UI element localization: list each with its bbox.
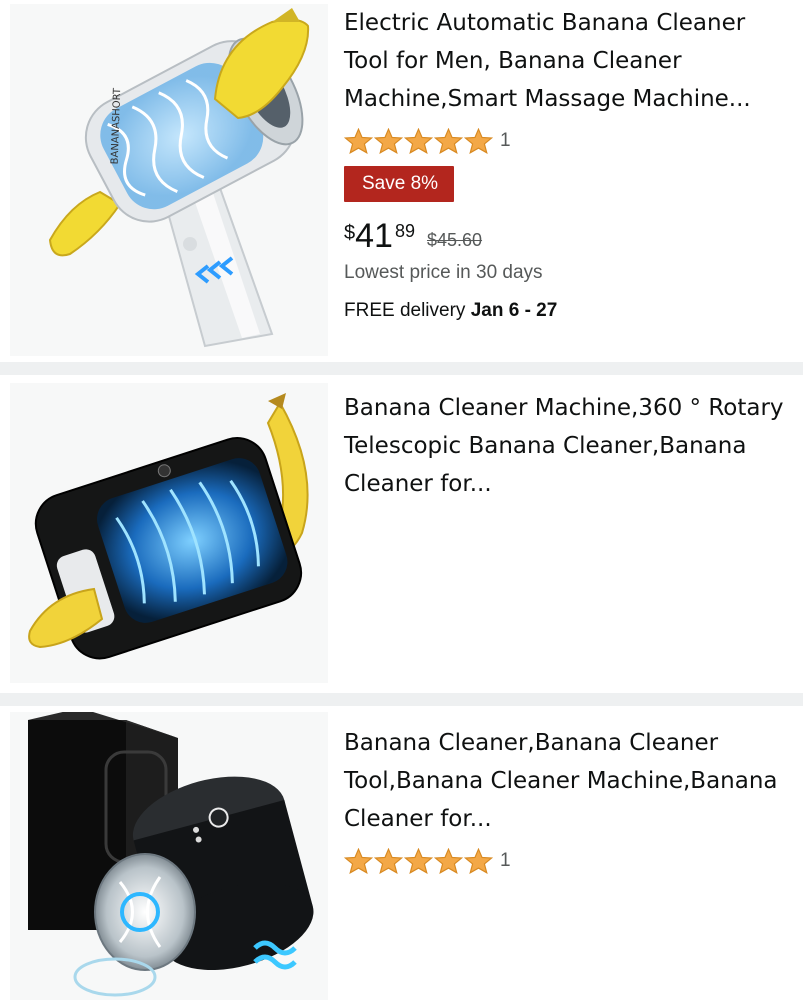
product-title-1[interactable]: Electric Automatic Banana Cleaner Tool f… <box>344 4 784 118</box>
product-title-2[interactable]: Banana Cleaner Machine,360 ° Rotary Tele… <box>344 389 784 503</box>
product-image-2[interactable] <box>10 383 328 683</box>
rating-count-3[interactable]: 1 <box>500 850 511 872</box>
star-icon <box>404 848 433 874</box>
price-fraction: 89 <box>394 221 415 241</box>
delivery-info: FREE delivery Jan 6 - 27 <box>344 300 784 322</box>
rating-count-1[interactable]: 1 <box>500 130 511 152</box>
star-icon <box>344 128 373 154</box>
stars-3 <box>344 848 494 874</box>
delivery-prefix: FREE delivery <box>344 300 471 321</box>
price-1: $ 41 89 $45.60 <box>344 218 784 254</box>
product-illustration-3 <box>28 712 314 997</box>
product-card-3[interactable]: Banana Cleaner,Banana Cleaner Tool,Banan… <box>0 706 803 1000</box>
product-card-1[interactable]: BANANASHORT Electric Automatic Banana Cl… <box>0 0 803 362</box>
star-icon <box>404 128 433 154</box>
product-image-1[interactable]: BANANASHORT <box>10 4 328 356</box>
list-price: $45.60 <box>426 230 483 250</box>
save-badge: Save 8% <box>344 166 455 202</box>
product-image-3[interactable] <box>10 712 328 1000</box>
product-illustration-1: BANANASHORT <box>48 8 310 348</box>
star-icon <box>434 128 463 154</box>
lowest-price-note: Lowest price in 30 days <box>344 262 543 283</box>
rating-3[interactable]: 1 <box>344 846 784 876</box>
product-illustration-2 <box>28 393 309 660</box>
star-icon <box>374 848 403 874</box>
stars-1 <box>344 128 494 154</box>
delivery-dates: Jan 6 - 27 <box>470 300 558 321</box>
star-icon <box>434 848 463 874</box>
star-icon <box>374 128 403 154</box>
product-card-2[interactable]: Banana Cleaner Machine,360 ° Rotary Tele… <box>0 375 803 693</box>
star-icon <box>464 848 493 874</box>
star-icon <box>344 848 373 874</box>
rating-1[interactable]: 1 <box>344 126 784 156</box>
price-whole: 41 <box>355 217 393 255</box>
product-title-3[interactable]: Banana Cleaner,Banana Cleaner Tool,Banan… <box>344 724 784 838</box>
price-currency: $ <box>344 222 356 244</box>
star-icon <box>464 128 493 154</box>
